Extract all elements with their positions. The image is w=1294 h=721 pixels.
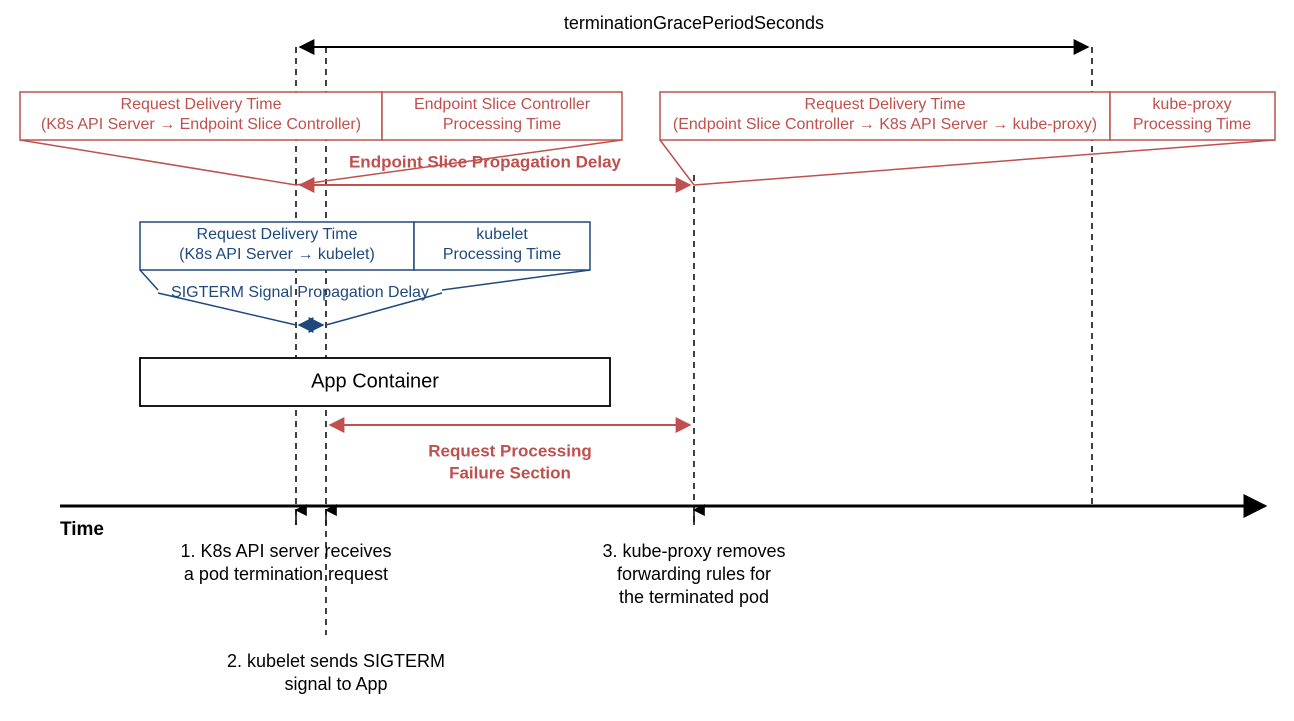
events: 1. K8s API server receives a pod termina… — [180, 541, 785, 694]
sigterm-propagation-label: SIGTERM Signal Propagation Delay — [171, 284, 429, 301]
red-box-1-line1: Request Delivery Time — [121, 96, 282, 113]
event3-line2: forwarding rules for — [617, 564, 771, 584]
time-axis-label: Time — [60, 519, 104, 540]
event1-line1: 1. K8s API server receives — [180, 541, 391, 561]
red-box-2-line1: Endpoint Slice Controller — [414, 96, 591, 113]
sigterm-track: Request Delivery Time (K8s API Server → … — [140, 222, 590, 270]
red-box-3-line1: Request Delivery Time — [805, 96, 966, 113]
event3-line1: 3. kube-proxy removes — [602, 541, 785, 561]
red-box-4-line1: kube-proxy — [1152, 96, 1231, 113]
red-box-3-line2: (Endpoint Slice Controller → K8s API Ser… — [673, 116, 1097, 133]
blue-box-2-line1: kubelet — [476, 226, 528, 243]
red-box-4-line2: Processing Time — [1133, 116, 1251, 133]
event3-line3: the terminated pod — [619, 587, 769, 607]
grace-period-label: terminationGracePeriodSeconds — [564, 13, 824, 33]
blue-box-2-line2: Processing Time — [443, 246, 561, 263]
blue-box-1-line2: (K8s API Server → kubelet) — [179, 246, 375, 263]
red-box-1-line2: (K8s API Server → Endpoint Slice Control… — [41, 116, 361, 133]
red-box-2-line2: Processing Time — [443, 116, 561, 133]
failure-section-line1: Request Processing — [428, 441, 591, 460]
event2-line1: 2. kubelet sends SIGTERM — [227, 651, 445, 671]
red-funnel — [20, 140, 1275, 185]
app-container-label: App Container — [311, 370, 439, 392]
blue-box-1-line1: Request Delivery Time — [197, 226, 358, 243]
event2-line2: signal to App — [284, 674, 387, 694]
endpoint-propagation-label: Endpoint Slice Propagation Delay — [349, 152, 622, 171]
failure-section-line2: Failure Section — [449, 463, 571, 482]
event1-line2: a pod termination request — [184, 564, 388, 584]
diagram-root: terminationGracePeriodSeconds Request De… — [0, 0, 1294, 721]
endpoint-slice-track: Request Delivery Time (K8s API Server → … — [20, 92, 1275, 140]
